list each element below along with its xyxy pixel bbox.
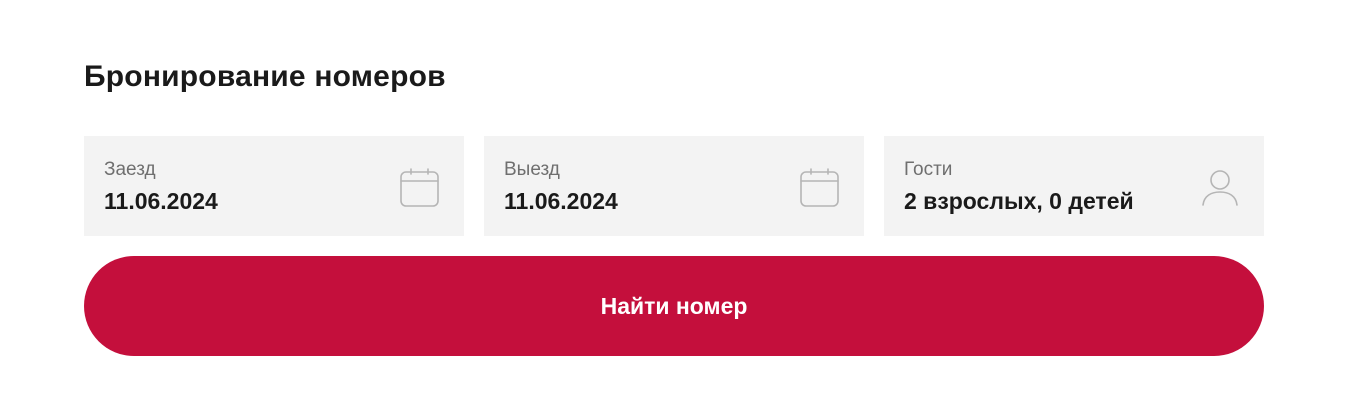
find-room-button[interactable]: Найти номер <box>84 256 1264 356</box>
calendar-icon[interactable] <box>800 168 840 208</box>
checkin-field[interactable]: Заезд 11.06.2024 <box>84 136 464 236</box>
calendar-icon[interactable] <box>400 168 440 208</box>
user-icon[interactable] <box>1200 168 1240 208</box>
checkin-label: Заезд <box>104 159 156 180</box>
guests-value: 2 взрослых, 0 детей <box>904 188 1134 214</box>
booking-fields: Заезд 11.06.2024 Выезд 11.06.2024 Гости … <box>84 136 1264 236</box>
guests-field[interactable]: Гости 2 взрослых, 0 детей <box>884 136 1264 236</box>
checkout-field[interactable]: Выезд 11.06.2024 <box>484 136 864 236</box>
checkin-date-value: 11.06.2024 <box>104 188 218 214</box>
guests-label: Гости <box>904 159 953 180</box>
checkout-label: Выезд <box>504 159 560 180</box>
page-title: Бронирование номеров <box>84 60 446 93</box>
checkout-date-value: 11.06.2024 <box>504 188 618 214</box>
